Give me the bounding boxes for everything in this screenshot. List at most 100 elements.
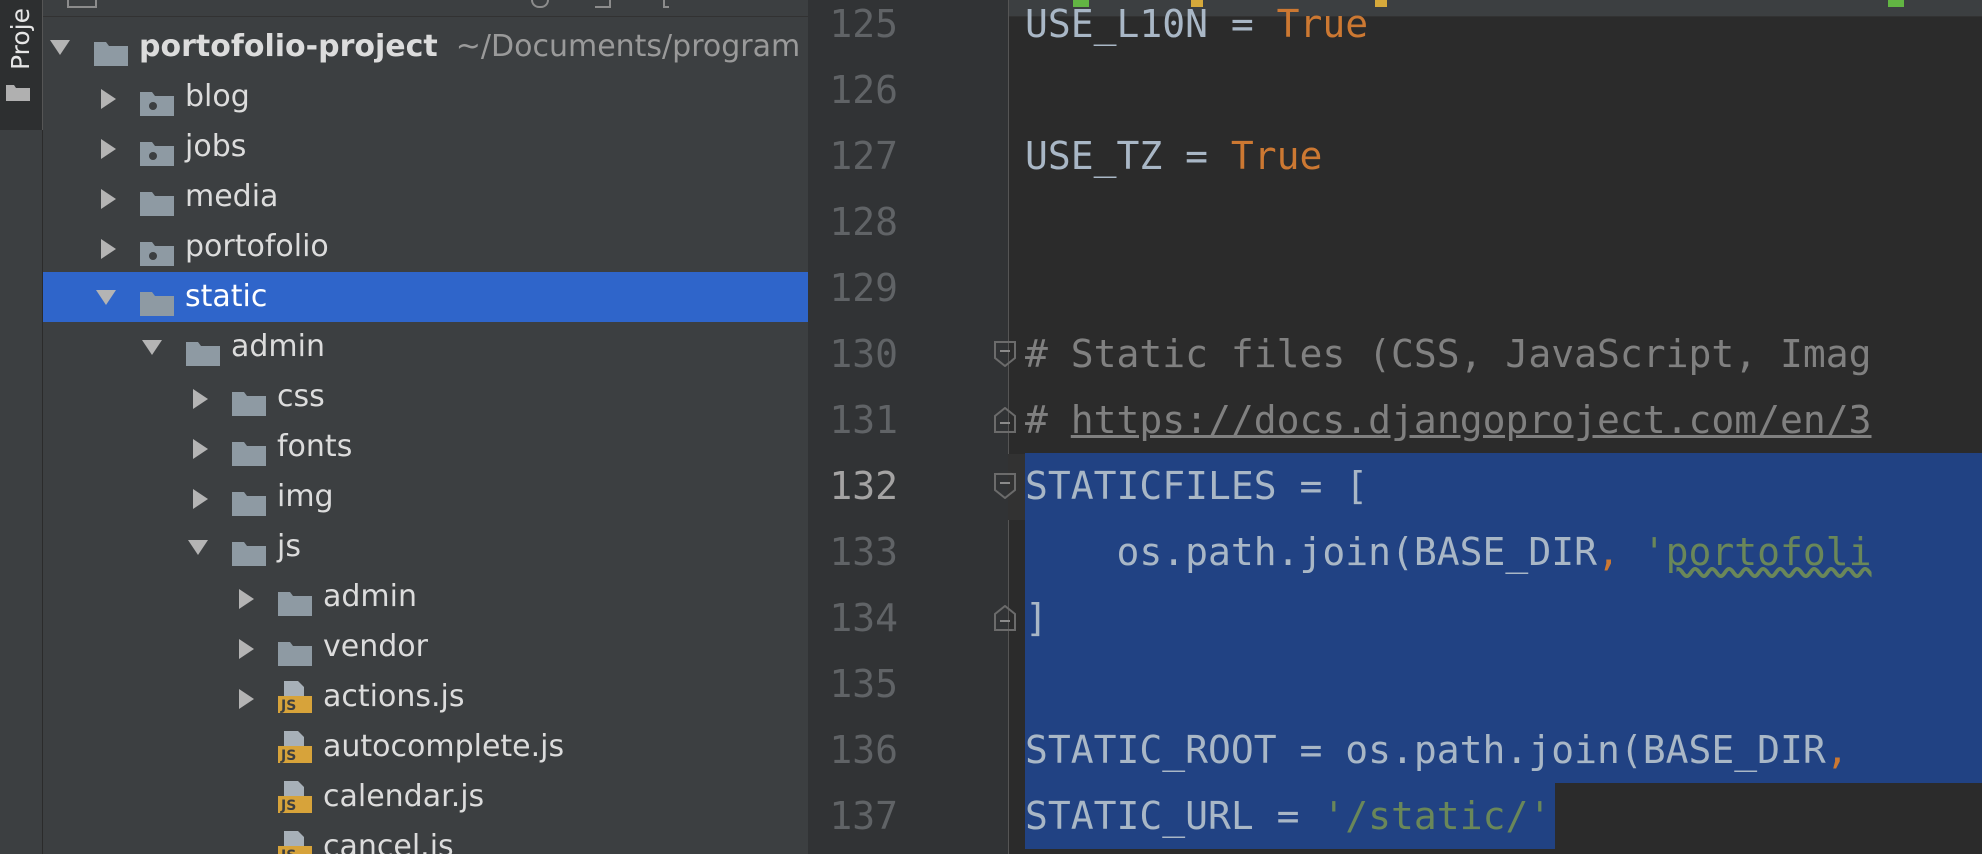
fold-toggle-icon[interactable] xyxy=(994,604,1016,631)
tree-item-label: autocomplete.js xyxy=(323,729,565,764)
js-file-icon: JS xyxy=(277,830,313,854)
locate-icon[interactable] xyxy=(531,0,549,8)
file-tab-icon[interactable] xyxy=(1888,0,1904,7)
tree-item-actions-js[interactable]: JS actions.js xyxy=(43,672,808,722)
chevron-right-icon[interactable] xyxy=(95,72,125,122)
svg-text:JS: JS xyxy=(280,698,296,714)
tree-item-label: img xyxy=(277,479,334,514)
tree-item-label: jobs xyxy=(185,129,247,164)
tree-item-media[interactable]: media xyxy=(43,172,808,222)
chevron-right-icon[interactable] xyxy=(187,422,217,472)
fold-toggle-icon[interactable] xyxy=(994,341,1016,368)
tree-item-label: vendor xyxy=(323,629,428,664)
code-line[interactable]: STATIC_ROOT = os.path.join(BASE_DIR, xyxy=(1025,717,1849,783)
gear-icon[interactable] xyxy=(663,0,669,8)
code-token: True xyxy=(1276,2,1369,46)
code-line[interactable]: STATIC_URL = '/static/' xyxy=(1025,783,1551,849)
tree-item-admin[interactable]: admin xyxy=(43,572,808,622)
code-token: # Static files (CSS, JavaScript, Imag xyxy=(1025,332,1872,376)
folder-icon xyxy=(139,83,175,116)
tree-item-label: calendar.js xyxy=(323,779,485,814)
chevron-right-icon[interactable] xyxy=(233,622,263,672)
folder-icon xyxy=(231,533,267,566)
tree-item-autocomplete-js[interactable]: JS autocomplete.js xyxy=(43,722,808,772)
folder-icon xyxy=(139,233,175,266)
chevron-right-icon[interactable] xyxy=(95,222,125,272)
chevron-right-icon[interactable] xyxy=(187,472,217,522)
fold-toggle-icon[interactable] xyxy=(994,406,1016,433)
collapse-all-icon[interactable] xyxy=(595,0,611,8)
tree-item-label: fonts xyxy=(277,429,353,464)
project-tool-tab[interactable]: Proje xyxy=(0,0,43,130)
code-editor[interactable]: 125 126 127 128 129 130 131 132 133 134 135 136 137 … xyxy=(808,0,1982,854)
tree-item-label: js xyxy=(277,529,301,564)
chevron-right-icon[interactable] xyxy=(233,672,263,722)
js-file-icon: JS xyxy=(277,730,313,764)
code-line[interactable]: # https://docs.djangoproject.com/en/3 xyxy=(1025,387,1872,453)
line-number-gutter: 125 126 127 128 129 130 131 132 133 134 135 136 137 xyxy=(808,0,1009,854)
tree-item-label: portofolio-project ~/Documents/program xyxy=(139,29,801,64)
tree-item-img[interactable]: img xyxy=(43,472,808,522)
code-line[interactable]: USE_TZ = True xyxy=(1025,123,1322,189)
chevron-down-icon[interactable] xyxy=(45,22,75,72)
tree-item-vendor[interactable]: vendor xyxy=(43,622,808,672)
code-line[interactable]: os.path.join(BASE_DIR, 'portofoli xyxy=(1025,519,1872,585)
tree-item-label: portofolio xyxy=(185,229,329,264)
project-path: ~/Documents/program xyxy=(455,29,801,64)
tree-item-label: css xyxy=(277,379,325,414)
tree-item-jobs[interactable]: jobs xyxy=(43,122,808,172)
chevron-down-icon[interactable] xyxy=(183,522,213,572)
chevron-right-icon[interactable] xyxy=(233,572,263,622)
svg-text:JS: JS xyxy=(280,748,296,764)
folder-icon xyxy=(93,33,129,66)
python-file-icon[interactable] xyxy=(1375,0,1387,7)
line-number: 132 xyxy=(829,464,898,508)
code-line[interactable]: ] xyxy=(1025,585,1048,651)
tree-item-label: admin xyxy=(323,579,417,614)
line-number: 126 xyxy=(829,68,898,112)
tree-item-portofolio-project[interactable]: portofolio-project ~/Documents/program xyxy=(43,22,808,72)
code-token: , xyxy=(1825,728,1849,772)
line-number: 134 xyxy=(829,596,898,640)
chevron-right-icon[interactable] xyxy=(187,372,217,422)
code-token: STATIC_URL = xyxy=(1025,794,1323,838)
tree-item-calendar-js[interactable]: JS calendar.js xyxy=(43,772,808,822)
folder-icon xyxy=(185,333,221,366)
code-token: '/static/' xyxy=(1322,794,1552,838)
line-number: 135 xyxy=(829,662,898,706)
project-panel: portofolio-project ~/Documents/program blo… xyxy=(43,0,808,854)
chevron-down-icon[interactable] xyxy=(137,322,167,372)
code-token: os.path.join(BASE_DIR xyxy=(1025,530,1597,574)
code-line[interactable]: STATICFILES = [ xyxy=(1025,453,1368,519)
folder-icon xyxy=(231,383,267,416)
tree-item-static[interactable]: static xyxy=(43,272,808,322)
tree-item-label: media xyxy=(185,179,279,214)
tree-item-fonts[interactable]: fonts xyxy=(43,422,808,472)
tree-item-label: cancel.js xyxy=(323,829,454,854)
tree-item-js[interactable]: js xyxy=(43,522,808,572)
tree-item-admin[interactable]: admin xyxy=(43,322,808,372)
selection-row xyxy=(1025,651,1982,717)
code-token: STATICFILES = [ xyxy=(1025,464,1369,508)
code-token: True xyxy=(1230,134,1323,178)
tree-item-cancel-js[interactable]: JS cancel.js xyxy=(43,822,808,854)
code-line[interactable]: USE_L10N = True xyxy=(1025,0,1368,57)
tree-item-blog[interactable]: blog xyxy=(43,72,808,122)
tool-window-strip: Proje xyxy=(0,0,43,854)
chevron-right-icon[interactable] xyxy=(95,172,125,222)
chevron-down-icon[interactable] xyxy=(91,272,121,322)
chevron-right-icon[interactable] xyxy=(95,122,125,172)
js-file-icon: JS xyxy=(277,680,313,714)
code-token: STATIC_ROOT = os.path.join(BASE_DIR xyxy=(1025,728,1826,772)
selection-row xyxy=(1025,585,1982,651)
fold-toggle-icon[interactable] xyxy=(994,473,1016,500)
line-number: 133 xyxy=(829,530,898,574)
code-line[interactable]: # Static files (CSS, JavaScript, Imag xyxy=(1025,321,1871,387)
js-file-icon: JS xyxy=(277,780,313,814)
tree-item-portofolio[interactable]: portofolio xyxy=(43,222,808,272)
line-number: 128 xyxy=(829,200,898,244)
tree-item-label: blog xyxy=(185,79,250,114)
folder-icon xyxy=(139,133,175,166)
tree-item-css[interactable]: css xyxy=(43,372,808,422)
code-token: https://docs.djangoproject.com/en/3 xyxy=(1070,398,1872,442)
